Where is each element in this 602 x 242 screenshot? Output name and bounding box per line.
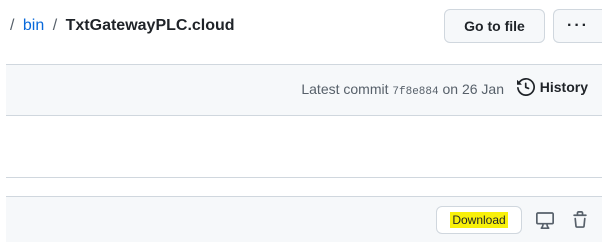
breadcrumb-separator: /: [52, 17, 58, 34]
breadcrumb: / bin / TxtGatewayPLC.cloud: [10, 14, 235, 38]
download-label: Download: [450, 212, 508, 228]
breadcrumb-current-file: TxtGatewayPLC.cloud: [65, 17, 235, 34]
file-toolbar: Download: [6, 196, 602, 242]
desktop-icon: [536, 212, 554, 229]
history-label: History: [539, 79, 588, 95]
breadcrumb-separator: /: [10, 17, 15, 34]
trash-icon: [573, 211, 587, 228]
repo-file-view: / bin / TxtGatewayPLC.cloud Go to file ·…: [0, 0, 602, 242]
latest-commit-bar: Latest commit 7f8e884 on 26 Jan History: [6, 64, 602, 116]
latest-commit-prefix: Latest commit: [301, 81, 389, 97]
commit-date: on 26 Jan: [442, 81, 505, 97]
history-button[interactable]: History: [516, 78, 588, 96]
open-desktop-button[interactable]: [533, 208, 557, 232]
more-options-button[interactable]: ···: [553, 9, 602, 43]
go-to-file-button[interactable]: Go to file: [444, 9, 545, 43]
breadcrumb-link-bin[interactable]: bin: [23, 17, 44, 34]
commit-sha-link[interactable]: 7f8e884: [392, 86, 438, 98]
latest-commit-text: Latest commit 7f8e884 on 26 Jan: [301, 81, 504, 98]
divider: [6, 177, 602, 178]
history-icon: [516, 78, 535, 96]
delete-file-button[interactable]: [568, 208, 592, 232]
download-button[interactable]: Download: [436, 206, 522, 234]
